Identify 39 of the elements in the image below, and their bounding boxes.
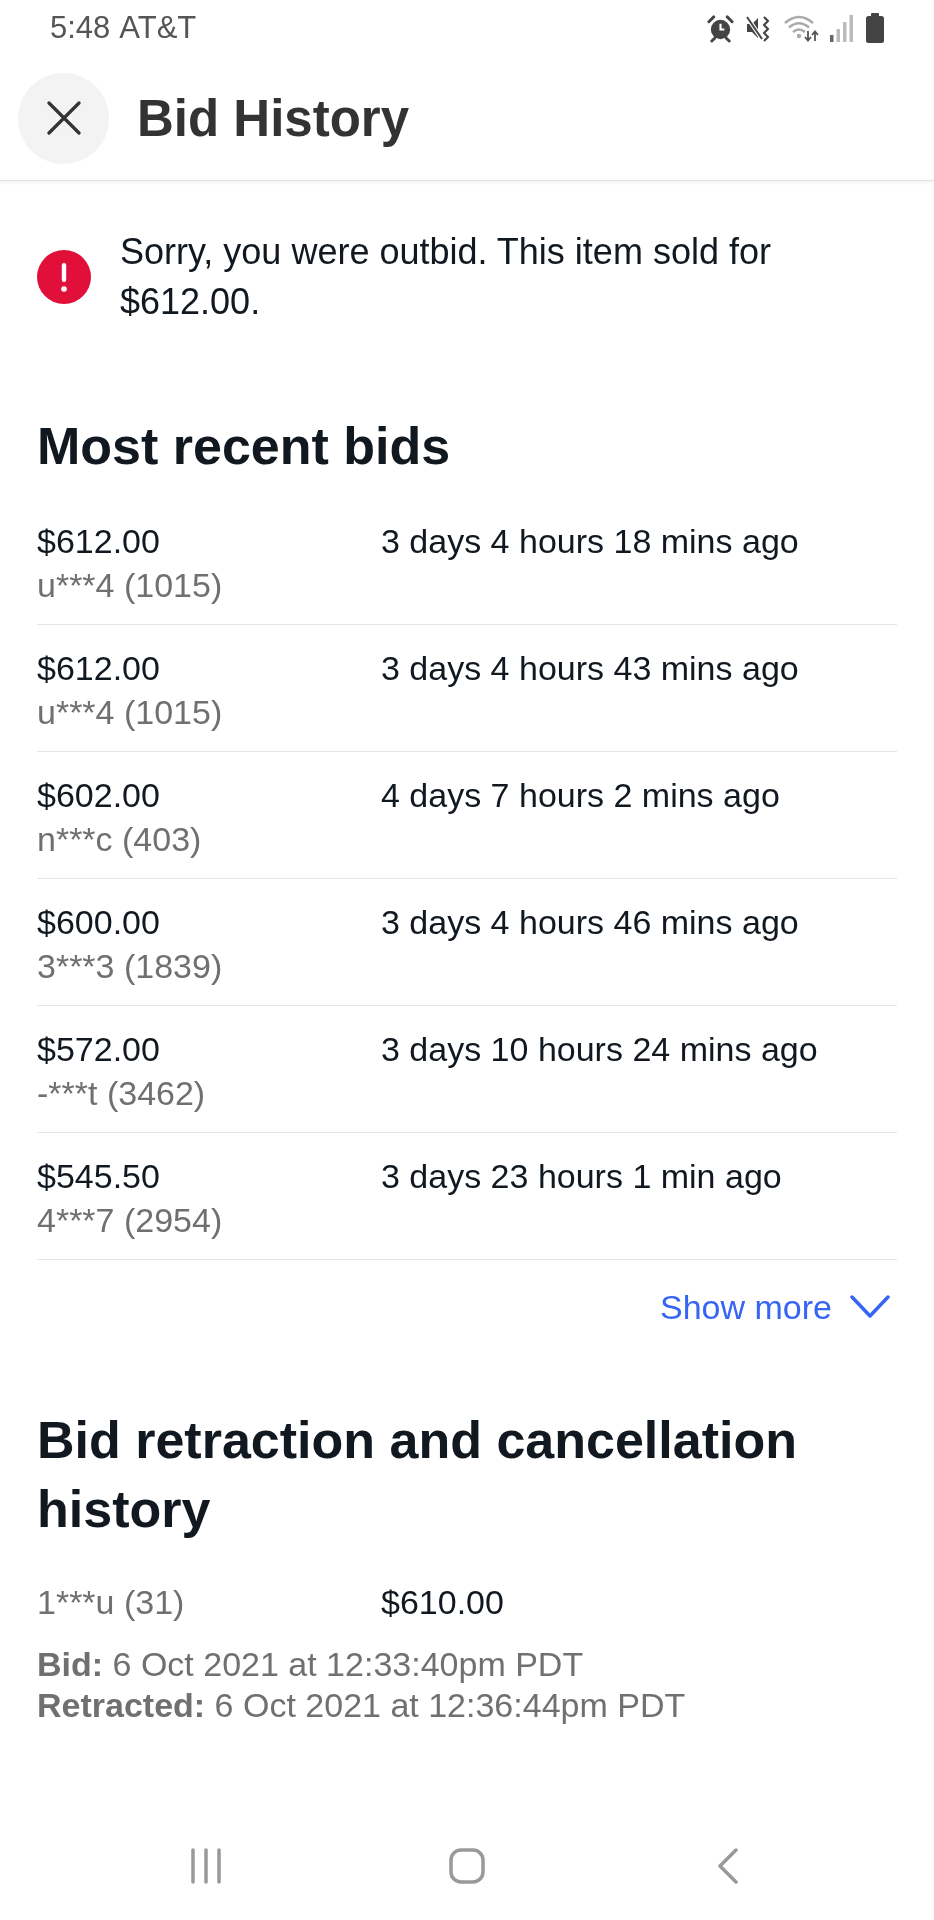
section-heading: Most recent bids [37, 416, 452, 477]
alert-message: Sorry, you were outbid. This item sold for $612.00. [120, 230, 772, 324]
bid-amount: $612.00 [37, 648, 160, 689]
bid-time: 3 days 10 hours 24 mins ago [381, 1029, 818, 1070]
show-more-button[interactable]: Show more [660, 1277, 890, 1337]
page-title: Bid History [137, 88, 410, 148]
bid-time: 3 days 4 hours 46 mins ago [381, 902, 799, 943]
battery-icon [865, 13, 885, 43]
bid-amount: $600.00 [37, 902, 160, 943]
bid-time: 4 days 7 hours 2 mins ago [381, 775, 780, 816]
bidder-name: n***c (403) [37, 819, 202, 860]
home-icon[interactable] [449, 1848, 485, 1884]
bidder-name: 3***3 (1839) [37, 946, 223, 987]
bid-amount: $572.00 [37, 1029, 160, 1070]
bid-amount: $545.50 [37, 1156, 160, 1197]
recent-apps-icon[interactable] [190, 1848, 222, 1884]
bid-time: 3 days 23 hours 1 min ago [381, 1156, 782, 1197]
carrier-name: AT&T [119, 10, 197, 46]
chevron-down-icon [850, 1295, 890, 1319]
close-icon [46, 101, 81, 135]
wifi-icon [783, 14, 819, 42]
bid-amount: $610.00 [381, 1582, 504, 1623]
bid-time: 3 days 4 hours 18 mins ago [381, 521, 799, 562]
bid-amount: $612.00 [37, 521, 160, 562]
bidder-name: u***4 (1015) [37, 692, 223, 733]
signal-bars-icon [829, 13, 855, 43]
alarm-clock-icon [706, 13, 735, 43]
bidder-name: -***t (3462) [37, 1073, 206, 1114]
bid-time: 3 days 4 hours 43 mins ago [381, 648, 799, 689]
bidder-name: u***4 (1015) [37, 565, 223, 606]
alert-icon [37, 250, 91, 304]
bidder-name: 1***u (31) [37, 1582, 185, 1623]
status-time: 5:48 [50, 10, 111, 46]
bid-amount: $602.00 [37, 775, 160, 816]
retraction-timestamp: Retracted: 6 Oct 2021 at 12:36:44pm PDT [37, 1685, 686, 1726]
bidder-name: 4***7 (2954) [37, 1200, 223, 1241]
back-icon[interactable] [717, 1848, 739, 1884]
section-heading: Bid retraction and cancellation history [37, 1410, 798, 1540]
bid-timestamp: Bid: 6 Oct 2021 at 12:33:40pm PDT [37, 1644, 584, 1685]
